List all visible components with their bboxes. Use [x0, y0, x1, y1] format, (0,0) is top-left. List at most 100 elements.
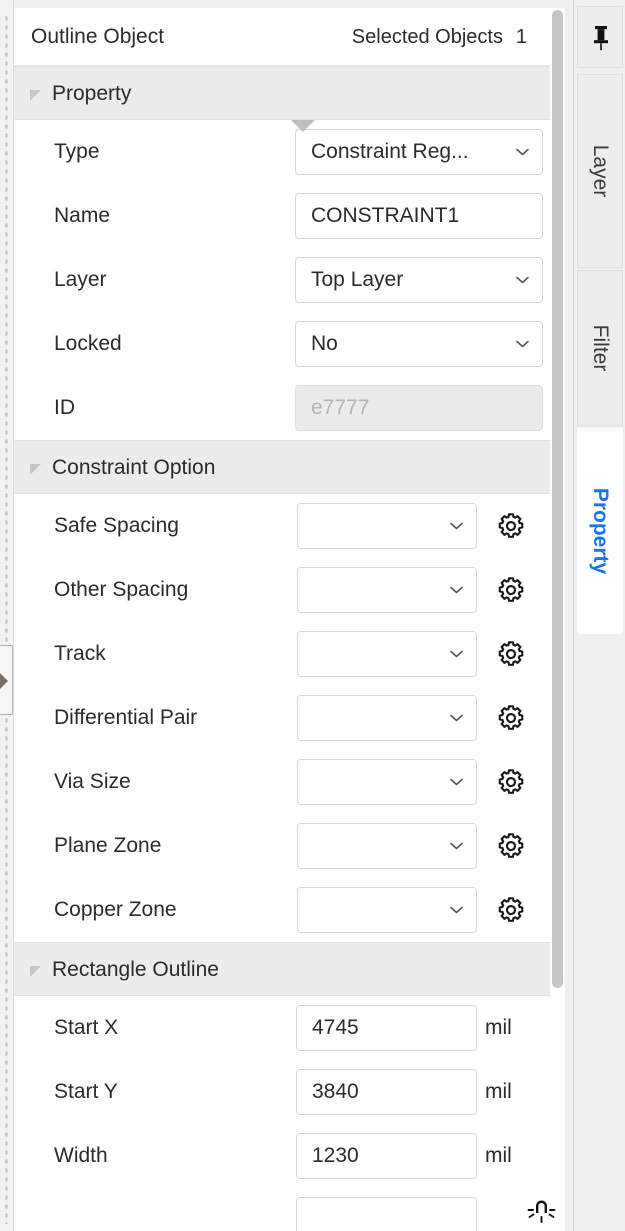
label-id: ID [54, 396, 75, 419]
track-select[interactable] [297, 631, 477, 677]
right-tab-strip: Layer Filter Property [573, 0, 625, 1231]
collapse-triangle-icon [30, 464, 41, 475]
row-layer: Layer Top Layer [14, 248, 565, 312]
tab-filter-label: Filter [589, 324, 612, 372]
unit-label-width: mil [485, 1144, 512, 1167]
collapse-triangle-icon [30, 90, 41, 101]
chevron-down-icon [516, 148, 529, 156]
chevron-down-icon [450, 586, 463, 594]
selected-objects-count: 1 [515, 26, 527, 48]
name-input-value: CONSTRAINT1 [311, 204, 460, 227]
type-select-value: Constraint Reg... [311, 140, 469, 163]
scrollbar-thumb[interactable] [552, 10, 563, 988]
plane-zone-select[interactable] [297, 823, 477, 869]
section-title-property: Property [52, 82, 132, 105]
label-differential-pair: Differential Pair [54, 706, 198, 729]
section-header-rectangle-outline[interactable]: Rectangle Outline [14, 942, 565, 996]
width-value: 1230 [312, 1144, 359, 1167]
row-track: Track [14, 622, 565, 686]
row-start-y: Start Y 3840 mil [14, 1060, 565, 1124]
tooltip-arrow-icon [291, 120, 315, 132]
row-partial-next [14, 1188, 565, 1231]
partial-next-input[interactable] [296, 1197, 477, 1231]
gear-icon[interactable] [496, 511, 526, 541]
label-type: Type [54, 140, 100, 163]
id-input: e7777 [295, 385, 543, 431]
gutter-dots-decoration [4, 14, 9, 1224]
row-plane-zone: Plane Zone [14, 814, 565, 878]
row-start-x: Start X 4745 mil [14, 996, 565, 1060]
via-size-select[interactable] [297, 759, 477, 805]
label-other-spacing: Other Spacing [54, 578, 189, 601]
property-panel-window: Outline Object Selected Objects 1 Proper… [0, 0, 625, 1231]
gear-icon[interactable] [496, 639, 526, 669]
row-name: Name CONSTRAINT1 [14, 184, 565, 248]
tab-layer-label: Layer [589, 144, 612, 198]
gear-icon[interactable] [496, 831, 526, 861]
label-copper-zone: Copper Zone [54, 898, 177, 921]
section-title-constraint-option: Constraint Option [52, 456, 216, 479]
label-start-y: Start Y [54, 1080, 118, 1103]
tab-property[interactable]: Property [577, 428, 623, 634]
row-other-spacing: Other Spacing [14, 558, 565, 622]
locked-select[interactable]: No [295, 321, 543, 367]
row-width: Width 1230 mil [14, 1124, 565, 1188]
gear-icon[interactable] [496, 575, 526, 605]
section-title-rectangle-outline: Rectangle Outline [52, 958, 219, 981]
row-copper-zone: Copper Zone [14, 878, 565, 942]
start-x-value: 4745 [312, 1016, 359, 1039]
chevron-down-icon [450, 906, 463, 914]
row-id: ID e7777 [14, 376, 565, 440]
section-header-constraint-option[interactable]: Constraint Option [14, 440, 565, 494]
vertical-scrollbar[interactable] [550, 8, 565, 1231]
start-x-input[interactable]: 4745 [296, 1005, 477, 1051]
label-plane-zone: Plane Zone [54, 834, 162, 857]
width-input[interactable]: 1230 [296, 1133, 477, 1179]
safe-spacing-select[interactable] [297, 503, 477, 549]
outline-object-panel: Outline Object Selected Objects 1 Proper… [14, 8, 565, 1231]
label-track: Track [54, 642, 106, 665]
gear-icon[interactable] [496, 895, 526, 925]
label-start-x: Start X [54, 1016, 119, 1039]
type-select[interactable]: Constraint Reg... [295, 129, 543, 175]
label-safe-spacing: Safe Spacing [54, 514, 179, 537]
row-differential-pair: Differential Pair [14, 686, 565, 750]
gear-icon[interactable] [496, 767, 526, 797]
row-safe-spacing: Safe Spacing [14, 494, 565, 558]
label-width: Width [54, 1144, 108, 1167]
label-layer: Layer [54, 268, 107, 291]
collapse-arrow-icon [0, 672, 8, 690]
layer-select-value: Top Layer [311, 268, 404, 291]
label-via-size: Via Size [54, 770, 131, 793]
id-input-value: e7777 [311, 396, 370, 419]
label-name: Name [54, 204, 111, 227]
chevron-down-icon [450, 714, 463, 722]
layer-select[interactable]: Top Layer [295, 257, 543, 303]
start-y-input[interactable]: 3840 [296, 1069, 477, 1115]
pin-icon [594, 26, 608, 51]
row-locked: Locked No [14, 312, 565, 376]
panel-collapse-handle[interactable] [0, 645, 13, 715]
label-locked: Locked [54, 332, 122, 355]
copper-zone-select[interactable] [297, 887, 477, 933]
tab-layer[interactable]: Layer [577, 74, 623, 268]
locked-select-value: No [311, 332, 338, 355]
chevron-down-icon [450, 522, 463, 530]
chevron-down-icon [450, 778, 463, 786]
gear-icon[interactable] [496, 703, 526, 733]
chevron-down-icon [516, 276, 529, 284]
selected-objects-label: Selected Objects [351, 26, 503, 48]
unit-label-start-y: mil [485, 1080, 512, 1103]
row-via-size: Via Size [14, 750, 565, 814]
differential-pair-select[interactable] [297, 695, 477, 741]
name-input[interactable]: CONSTRAINT1 [295, 193, 543, 239]
unit-label-start-x: mil [485, 1016, 512, 1039]
collapse-triangle-icon [30, 966, 41, 977]
page-title: Outline Object [31, 25, 165, 48]
other-spacing-select[interactable] [297, 567, 477, 613]
crosshair-cursor-icon [524, 1192, 558, 1226]
tab-filter[interactable]: Filter [577, 270, 623, 426]
pin-panel-button[interactable] [577, 6, 623, 68]
left-splitter-gutter [0, 0, 14, 1231]
section-header-property[interactable]: Property [14, 66, 565, 120]
